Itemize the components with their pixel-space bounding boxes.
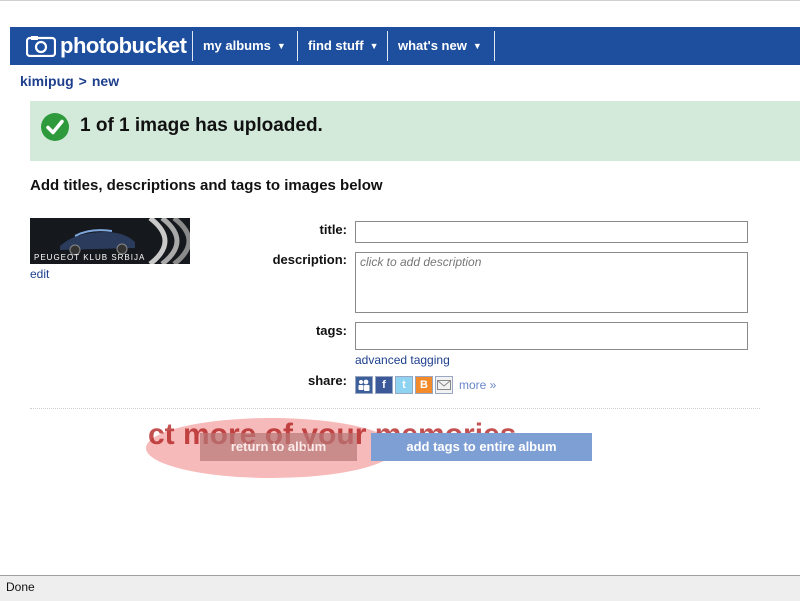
nav-divider [494, 31, 495, 61]
nav-divider [387, 31, 388, 61]
upload-success-banner: 1 of 1 image has uploaded. [30, 101, 800, 161]
caret-down-icon: ▼ [276, 41, 286, 51]
nav-divider [297, 31, 298, 61]
checkmark-icon [41, 113, 69, 141]
description-label: description: [272, 252, 347, 267]
nav-find-stuff[interactable]: find stuff ▼ [308, 27, 379, 65]
breadcrumb: kimipug > new [20, 73, 119, 89]
description-input[interactable] [356, 253, 747, 312]
thumbnail-caption: PEUGEOT KLUB SRBIJA [34, 253, 146, 262]
nav-my-albums[interactable]: my albums ▼ [203, 27, 286, 65]
return-to-album-button[interactable]: return to album [200, 433, 357, 461]
email-icon[interactable] [435, 376, 453, 394]
caret-down-icon: ▼ [472, 41, 482, 51]
tags-field[interactable] [355, 322, 748, 350]
share-label: share: [307, 373, 347, 388]
logo-text: photobucket [60, 33, 187, 58]
breadcrumb-user-link[interactable]: kimipug [20, 73, 74, 89]
edit-image-link[interactable]: edit [30, 267, 49, 281]
nav-whats-new-label: what's new [398, 38, 467, 53]
title-field[interactable] [355, 221, 748, 243]
share-more-link[interactable]: more » [459, 378, 496, 392]
share-icons-row: f t B more » [355, 376, 496, 394]
browser-status-bar: Done [0, 575, 800, 601]
tags-input[interactable] [356, 323, 747, 349]
nav-find-stuff-label: find stuff [308, 38, 364, 53]
camera-logo-icon [26, 36, 56, 57]
nav-my-albums-label: my albums [203, 38, 271, 53]
blogger-icon[interactable]: B [415, 376, 433, 394]
top-navigation-bar: photobucket my albums ▼ find stuff ▼ what'… [10, 27, 800, 65]
twitter-icon[interactable]: t [395, 376, 413, 394]
nav-whats-new[interactable]: what's new ▼ [398, 27, 482, 65]
image-thumbnail[interactable]: PEUGEOT KLUB SRBIJA [30, 218, 190, 264]
title-input[interactable] [356, 222, 747, 242]
nav-divider [192, 31, 193, 61]
add-tags-to-album-button[interactable]: add tags to entire album [371, 433, 592, 461]
status-text: Done [6, 580, 35, 594]
photobucket-logo[interactable]: photobucket [26, 33, 187, 59]
title-label: title: [319, 222, 347, 237]
facebook-icon[interactable]: f [375, 376, 393, 394]
myspace-icon[interactable] [355, 376, 373, 394]
breadcrumb-separator: > [78, 73, 87, 89]
breadcrumb-current-album[interactable]: new [92, 73, 119, 89]
section-divider [30, 408, 760, 409]
caret-down-icon: ▼ [369, 41, 379, 51]
advanced-tagging-link[interactable]: advanced tagging [355, 353, 450, 367]
description-field[interactable] [355, 252, 748, 313]
window-top-border [0, 0, 800, 1]
form-heading: Add titles, descriptions and tags to ima… [30, 177, 383, 194]
upload-status-message: 1 of 1 image has uploaded. [80, 115, 323, 136]
tags-label: tags: [315, 323, 347, 338]
